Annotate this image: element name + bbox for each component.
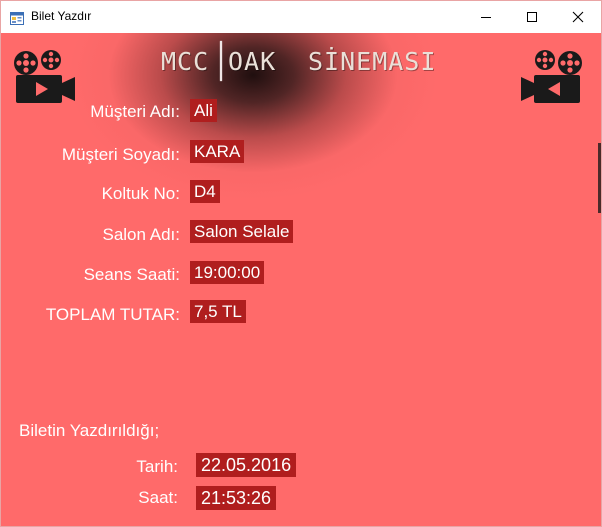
customer-surname-value: KARA: [190, 140, 245, 163]
customer-name-value: Ali: [190, 99, 217, 122]
cinema-name-part1: MCC: [161, 46, 210, 76]
print-time-label: Saat:: [138, 488, 178, 507]
print-date-value: 22.05.2016: [196, 453, 297, 477]
cinema-name-part3: SİNEMASI: [308, 46, 437, 76]
printed-at-heading: Biletin Yazdırıldığı;: [19, 421, 160, 440]
customer-name-label: Müşteri Adı:: [90, 102, 180, 121]
seat-number-value: D4: [190, 180, 220, 203]
seat-number-label: Koltuk No:: [101, 184, 180, 203]
hall-name-value: Salon Selale: [190, 220, 294, 243]
minimize-button[interactable]: [463, 1, 509, 33]
total-amount-value: 7,5 TL: [190, 300, 246, 323]
film-projector-icon: [519, 47, 585, 105]
print-time-value: 21:53:26: [196, 486, 277, 510]
film-projector-icon: [11, 47, 77, 105]
title-bar[interactable]: Bilet Yazdır: [1, 1, 601, 33]
cinema-name-divider: [220, 41, 222, 81]
session-time-label: Seans Saati:: [83, 265, 180, 284]
cinema-name: MCC OAK SİNEMASI: [161, 41, 437, 81]
total-amount-label: TOPLAM TUTAR:: [45, 305, 180, 324]
maximize-button[interactable]: [509, 1, 555, 33]
cinema-name-part2: OAK: [228, 46, 277, 76]
hall-name-label: Salon Adı:: [102, 225, 180, 244]
close-button[interactable]: [555, 1, 601, 33]
customer-surname-label: Müşteri Soyadı:: [61, 145, 180, 164]
print-ticket-window: Bilet Yazdır MCC OAK SİNEMASI Müşteri Ad…: [0, 0, 602, 527]
form-content: MCC OAK SİNEMASI Müşteri Adı: Ali Müşter…: [1, 33, 601, 526]
close-icon: [572, 11, 584, 23]
form-app-icon[interactable]: [10, 10, 24, 25]
window-title: Bilet Yazdır: [31, 9, 92, 23]
minimize-icon: [480, 11, 492, 23]
session-time-value: 19:00:00: [190, 261, 265, 284]
print-date-label: Tarih:: [136, 457, 178, 476]
maximize-icon: [526, 11, 538, 23]
ticket-form: MCC OAK SİNEMASI Müşteri Adı: Ali Müşter…: [1, 33, 601, 526]
